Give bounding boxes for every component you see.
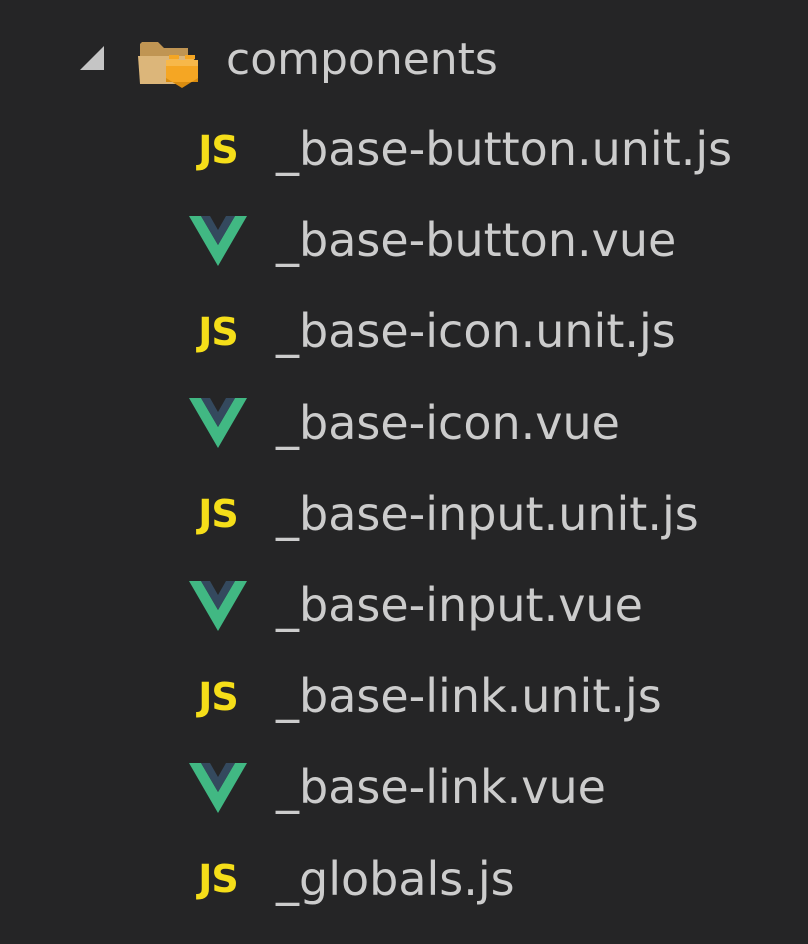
expanded-chevron-icon[interactable] — [80, 46, 104, 70]
file-explorer-tree: components JS _base-button.unit.js _base-b… — [0, 0, 808, 944]
file-label: _globals.js — [276, 851, 515, 906]
folder-label: components — [226, 34, 498, 85]
vue-logo — [189, 762, 247, 813]
js-icon: JS — [188, 834, 248, 925]
file-label: _base-link.vue — [276, 760, 606, 815]
js-icon-label: JS — [198, 492, 239, 537]
file-label: _base-input.vue — [276, 578, 643, 632]
file-label: _base-button.unit.js — [276, 122, 733, 176]
js-icon-label: JS — [198, 309, 239, 354]
file-row[interactable]: _base-icon.vue — [0, 378, 808, 469]
file-label: _base-link.unit.js — [276, 669, 662, 724]
file-label: _base-button.vue — [276, 213, 677, 268]
vue-icon — [188, 742, 248, 833]
file-row[interactable]: _base-button.vue — [0, 195, 808, 286]
js-icon: JS — [188, 469, 248, 560]
file-row[interactable]: JS _globals.js — [0, 834, 808, 925]
js-icon: JS — [188, 651, 248, 742]
file-label: _base-icon.unit.js — [276, 304, 676, 359]
vue-icon — [188, 195, 248, 286]
js-icon: JS — [188, 286, 248, 377]
vue-logo — [189, 215, 247, 266]
file-label: _base-input.unit.js — [276, 486, 699, 541]
js-icon: JS — [188, 104, 248, 195]
file-row[interactable]: JS _base-link.unit.js — [0, 651, 808, 742]
file-row[interactable]: JS _base-icon.unit.js — [0, 286, 808, 377]
file-row[interactable]: _base-link.vue — [0, 742, 808, 833]
folder-row-components[interactable]: components — [0, 14, 808, 105]
js-icon-label: JS — [198, 857, 239, 902]
js-icon-label: JS — [198, 674, 239, 719]
file-row[interactable]: JS _base-input.unit.js — [0, 469, 808, 560]
file-label: _base-icon.vue — [276, 395, 620, 450]
folder-open-lego-icon — [138, 42, 198, 88]
vue-icon — [188, 560, 248, 651]
file-row[interactable]: _base-input.vue — [0, 560, 808, 651]
vue-logo — [189, 580, 247, 631]
file-row[interactable]: JS _base-button.unit.js — [0, 104, 808, 195]
vue-logo — [189, 398, 247, 449]
vue-icon — [188, 378, 248, 469]
js-icon-label: JS — [198, 127, 239, 172]
